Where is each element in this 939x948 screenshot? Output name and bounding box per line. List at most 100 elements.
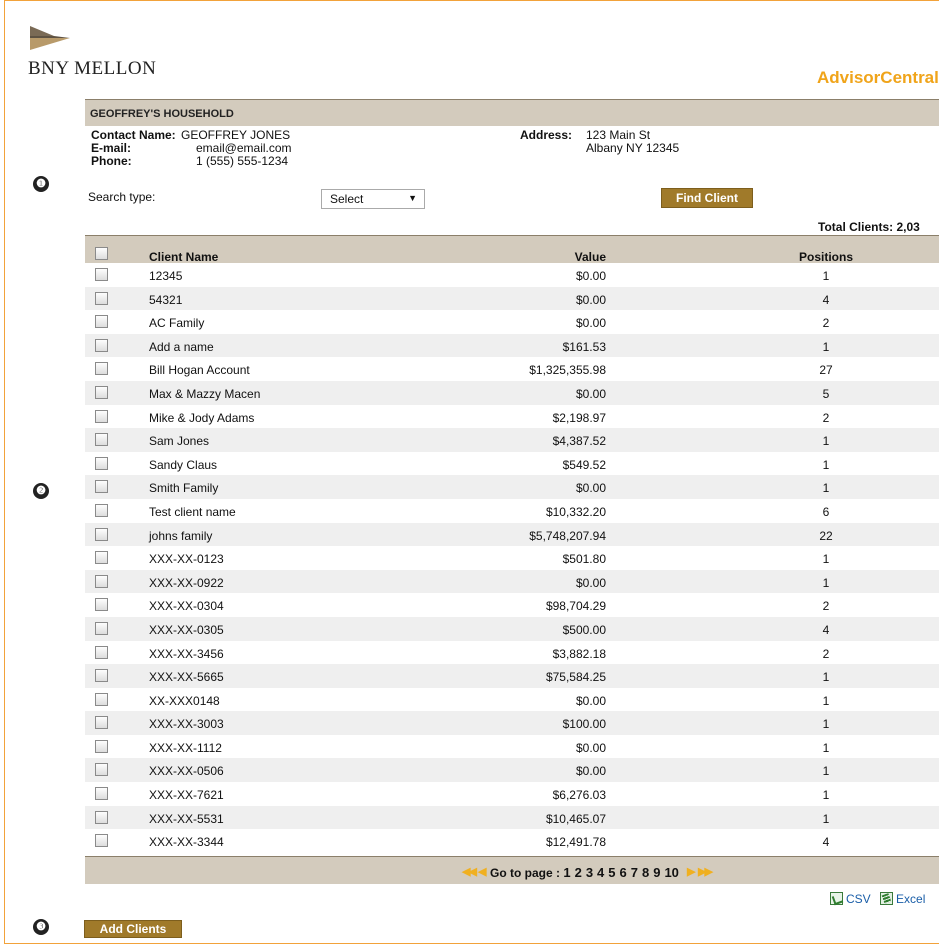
positions-cell: 1 — [822, 693, 830, 708]
row-checkbox[interactable] — [95, 362, 108, 376]
page-link[interactable]: 4 — [597, 865, 604, 880]
table-row[interactable]: XXX-XX-0506 $0.00 1 — [85, 758, 939, 783]
value-cell: $75,584.25 — [545, 670, 606, 685]
page-link[interactable]: 1 — [563, 865, 570, 880]
table-row[interactable]: AC Family $0.00 2 — [85, 310, 939, 334]
table-row[interactable]: XXX-XX-1112 $0.00 1 — [85, 735, 939, 759]
step-marker-2: ❷ — [33, 483, 49, 499]
client-name-cell: XXX-XX-0506 — [149, 764, 224, 779]
table-row[interactable]: Mike & Jody Adams $2,198.97 2 — [85, 405, 939, 429]
value-cell: $0.00 — [575, 292, 606, 307]
csv-file-icon[interactable] — [830, 892, 843, 905]
add-clients-button[interactable]: Add Clients — [84, 920, 182, 938]
row-checkbox[interactable] — [95, 574, 108, 588]
row-checkbox[interactable] — [95, 834, 108, 848]
row-checkbox[interactable] — [95, 645, 108, 659]
row-checkbox[interactable] — [95, 338, 108, 352]
table-row[interactable]: Sandy Claus $549.52 1 — [85, 452, 939, 476]
row-checkbox[interactable] — [95, 598, 108, 612]
row-checkbox[interactable] — [95, 787, 108, 801]
find-client-button[interactable]: Find Client — [661, 188, 753, 208]
table-row[interactable]: Sam Jones $4,387.52 1 — [85, 428, 939, 452]
row-checkbox[interactable] — [95, 268, 108, 281]
positions-cell: 1 — [822, 552, 830, 567]
client-name-cell: Max & Mazzy Macen — [149, 386, 261, 401]
column-header-value[interactable]: Value — [575, 250, 606, 264]
page-links: 1 2 3 4 5 6 7 8 9 10 — [563, 865, 683, 880]
table-row[interactable]: XXX-XX-0304 $98,704.29 2 — [85, 593, 939, 617]
table-row[interactable]: XX-XXX0148 $0.00 1 — [85, 688, 939, 712]
excel-file-icon[interactable] — [880, 892, 894, 905]
client-name-cell: XXX-XX-0304 — [149, 599, 224, 614]
positions-cell: 1 — [822, 481, 830, 496]
first-page-icon[interactable]: ◀◀ — [462, 865, 477, 878]
row-checkbox[interactable] — [95, 385, 108, 399]
table-row[interactable]: XXX-XX-3456 $3,882.18 2 — [85, 641, 939, 665]
table-row[interactable]: Add a name $161.53 1 — [85, 333, 939, 358]
page-link[interactable]: 3 — [586, 865, 593, 880]
row-checkbox[interactable] — [95, 291, 108, 305]
table-row[interactable]: Max & Mazzy Macen $0.00 5 — [85, 380, 939, 405]
client-name-cell: XXX-XX-3456 — [149, 646, 224, 661]
page-link[interactable]: 7 — [631, 865, 638, 880]
table-row[interactable]: Smith Family $0.00 1 — [85, 475, 939, 499]
next-page-icon[interactable]: ▶ — [687, 865, 696, 878]
column-header-positions[interactable]: Positions — [796, 250, 856, 264]
client-name-cell: XXX-XX-3344 — [149, 835, 224, 850]
row-checkbox[interactable] — [95, 739, 108, 753]
select-all-checkbox[interactable] — [95, 247, 108, 260]
company-logo-text: BNY MELLON — [28, 58, 157, 79]
row-checkbox[interactable] — [95, 810, 108, 824]
column-header-client-name[interactable]: Client Name — [149, 250, 218, 264]
table-row[interactable]: 54321 $0.00 4 — [85, 286, 939, 311]
table-row[interactable]: Test client name $10,332.20 6 — [85, 499, 939, 523]
row-checkbox[interactable] — [95, 456, 108, 470]
table-row[interactable]: XXX-XX-3003 $100.00 1 — [85, 711, 939, 735]
client-name-cell: Bill Hogan Account — [149, 363, 250, 378]
csv-export-link[interactable]: CSV — [846, 892, 871, 906]
page-link[interactable]: 9 — [653, 865, 660, 880]
phone-value: 1 (555) 555-1234 — [196, 154, 289, 168]
table-row[interactable]: XXX-XX-5531 $10,465.07 1 — [85, 805, 939, 830]
page-link[interactable]: 5 — [608, 865, 615, 880]
value-cell: $1,325,355.98 — [529, 363, 606, 378]
positions-cell: 2 — [822, 599, 830, 614]
row-checkbox[interactable] — [95, 433, 108, 447]
excel-export-link[interactable]: Excel — [896, 892, 925, 906]
row-checkbox[interactable] — [95, 480, 108, 494]
table-row[interactable]: XXX-XX-3344 $12,491.78 4 — [85, 829, 939, 853]
table-row[interactable]: XXX-XX-7621 $6,276.03 1 — [85, 782, 939, 806]
row-checkbox[interactable] — [95, 716, 108, 730]
table-row[interactable]: XXX-XX-0305 $500.00 4 — [85, 616, 939, 641]
table-row[interactable]: johns family $5,748,207.94 22 — [85, 522, 939, 547]
prev-page-icon[interactable]: ◀ — [478, 865, 487, 878]
page-link[interactable]: 6 — [620, 865, 627, 880]
row-checkbox[interactable] — [95, 763, 108, 777]
table-row[interactable]: XXX-XX-5665 $75,584.25 1 — [85, 664, 939, 688]
positions-cell: 1 — [822, 717, 830, 732]
page-link[interactable]: 8 — [642, 865, 649, 880]
table-row[interactable]: 12345 $0.00 1 — [85, 263, 939, 287]
last-page-icon[interactable]: ▶▶ — [698, 865, 713, 878]
client-name-cell: Sam Jones — [149, 434, 210, 449]
row-checkbox[interactable] — [95, 551, 108, 565]
positions-cell: 1 — [822, 788, 830, 803]
client-name-cell: XXX-XX-1112 — [149, 740, 222, 755]
row-checkbox[interactable] — [95, 669, 108, 683]
row-checkbox[interactable] — [95, 621, 108, 635]
row-checkbox[interactable] — [95, 503, 108, 517]
page-link[interactable]: 2 — [575, 865, 582, 880]
row-checkbox[interactable] — [95, 409, 108, 423]
table-row[interactable]: XXX-XX-0123 $501.80 1 — [85, 546, 939, 570]
value-cell: $161.53 — [562, 339, 606, 354]
row-checkbox[interactable] — [95, 692, 108, 706]
positions-cell: 4 — [822, 622, 830, 637]
row-checkbox[interactable] — [95, 527, 108, 541]
value-cell: $0.00 — [575, 740, 606, 755]
page-link[interactable]: 10 — [664, 865, 678, 880]
table-row[interactable]: Bill Hogan Account $1,325,355.98 27 — [85, 357, 939, 381]
search-type-select[interactable]: Select ▼ — [321, 189, 425, 209]
row-checkbox[interactable] — [95, 315, 108, 329]
table-row[interactable]: XXX-XX-0922 $0.00 1 — [85, 569, 939, 594]
pagination-bar: ◀◀ ◀ Go to page : 1 2 3 4 5 6 7 8 9 10 ▶ ▶▶ — [85, 856, 939, 884]
